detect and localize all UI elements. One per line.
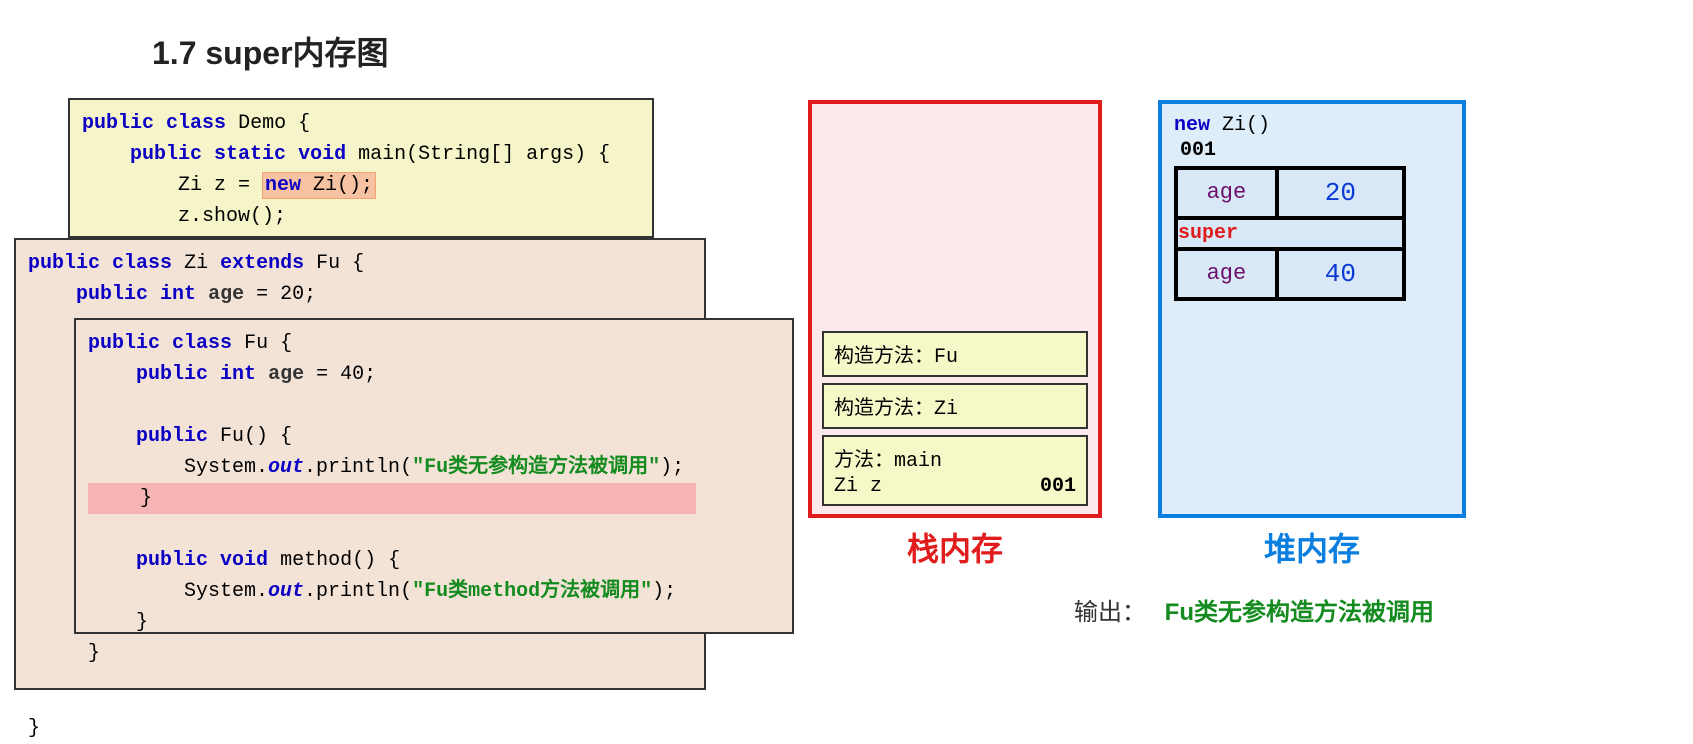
code-text: ); xyxy=(660,456,684,479)
class-name: Fu { xyxy=(244,332,292,355)
output-label: 输出： xyxy=(1074,599,1146,626)
kw-new: new xyxy=(265,174,313,197)
kw-new: new xyxy=(1174,114,1210,137)
method-sig: method() { xyxy=(268,549,400,572)
code-text: } xyxy=(88,642,100,665)
kw-public: public xyxy=(82,112,154,135)
method-sig: main(String[] args) { xyxy=(358,143,610,166)
kw-public: public xyxy=(136,549,208,572)
heap-field-row: age 40 xyxy=(1178,251,1402,297)
kw-extends: extends xyxy=(220,252,304,275)
kw-class: class xyxy=(112,252,172,275)
section-title: 1.7 super内存图 xyxy=(152,28,389,74)
heap-field-row: age 20 xyxy=(1178,170,1402,220)
kw-public: public xyxy=(136,363,208,386)
stack-memory-box: 构造方法：Fu 构造方法：Zi 方法：main Zi z 001 xyxy=(808,100,1102,518)
code-block-demo: public class Demo { public static void m… xyxy=(68,98,654,238)
heap-memory-label: 堆内存 xyxy=(1158,524,1466,570)
code-text: z.show(); xyxy=(178,205,286,228)
kw-void: void xyxy=(298,143,346,166)
stack-frame-line1: 构造方法：Fu xyxy=(834,339,1076,369)
stack-var: Zi z xyxy=(834,475,882,498)
kw-public: public xyxy=(136,425,208,448)
code-text: } xyxy=(28,717,40,740)
code-block-fu: public class Fu { public int age = 40; p… xyxy=(74,318,794,634)
kw-public: public xyxy=(88,332,160,355)
kw-public: public xyxy=(28,252,100,275)
kw-int: int xyxy=(220,363,256,386)
kw-public: public xyxy=(130,143,202,166)
ctor-call: Zi(); xyxy=(313,174,373,197)
heap-object-table: age 20 super age 40 xyxy=(1174,166,1406,301)
string-literal: "Fu类无参构造方法被调用" xyxy=(412,456,660,479)
ctor-call: Zi() xyxy=(1210,114,1270,137)
field-out: out xyxy=(268,456,304,479)
class-name: Zi xyxy=(184,252,208,275)
field-name: age xyxy=(208,283,244,306)
code-text: = 20; xyxy=(244,283,316,306)
heap-address: 001 xyxy=(1180,139,1450,162)
kw-static: static xyxy=(214,143,286,166)
code-text: .println( xyxy=(304,456,412,479)
code-text: .println( xyxy=(304,580,412,603)
code-text: } xyxy=(136,611,148,634)
code-text: } xyxy=(140,487,152,510)
heap-field-value: 40 xyxy=(1279,251,1402,297)
stack-frame-line1: 方法：main xyxy=(834,443,1076,473)
output-text: Fu类无参构造方法被调用 xyxy=(1165,599,1434,626)
output-line: 输出： Fu类无参构造方法被调用 xyxy=(1074,592,1434,627)
kw-void: void xyxy=(220,549,268,572)
stack-memory-label: 栈内存 xyxy=(808,524,1102,570)
heap-memory-box: new Zi() 001 age 20 super age 40 xyxy=(1158,100,1466,518)
string-literal: "Fu类method方法被调用" xyxy=(412,580,652,603)
stack-frame-line1: 构造方法：Zi xyxy=(834,391,1076,421)
heap-field-name: age xyxy=(1178,251,1279,297)
kw-int: int xyxy=(160,283,196,306)
code-text: Zi z = xyxy=(178,174,262,197)
code-text: System. xyxy=(184,580,268,603)
class-name: Demo { xyxy=(238,112,310,135)
code-text: System. xyxy=(184,456,268,479)
stack-frame: 方法：main Zi z 001 xyxy=(822,435,1088,506)
kw-class: class xyxy=(166,112,226,135)
heap-super-divider: super xyxy=(1178,220,1402,251)
code-text: ); xyxy=(652,580,676,603)
heap-field-value: 20 xyxy=(1279,170,1402,216)
kw-class: class xyxy=(172,332,232,355)
heap-new-expr: new Zi() xyxy=(1174,114,1450,137)
heap-field-name: age xyxy=(1178,170,1279,216)
stack-frames: 构造方法：Fu 构造方法：Zi 方法：main Zi z 001 xyxy=(822,331,1088,506)
field-out: out xyxy=(268,580,304,603)
stack-frame: 构造方法：Zi xyxy=(822,383,1088,429)
stack-var-addr: 001 xyxy=(1040,475,1076,498)
code-text: = 40; xyxy=(304,363,376,386)
field-name: age xyxy=(268,363,304,386)
super-name: Fu { xyxy=(316,252,364,275)
ctor-sig: Fu() { xyxy=(208,425,292,448)
stack-frame: 构造方法：Fu xyxy=(822,331,1088,377)
kw-public: public xyxy=(76,283,148,306)
